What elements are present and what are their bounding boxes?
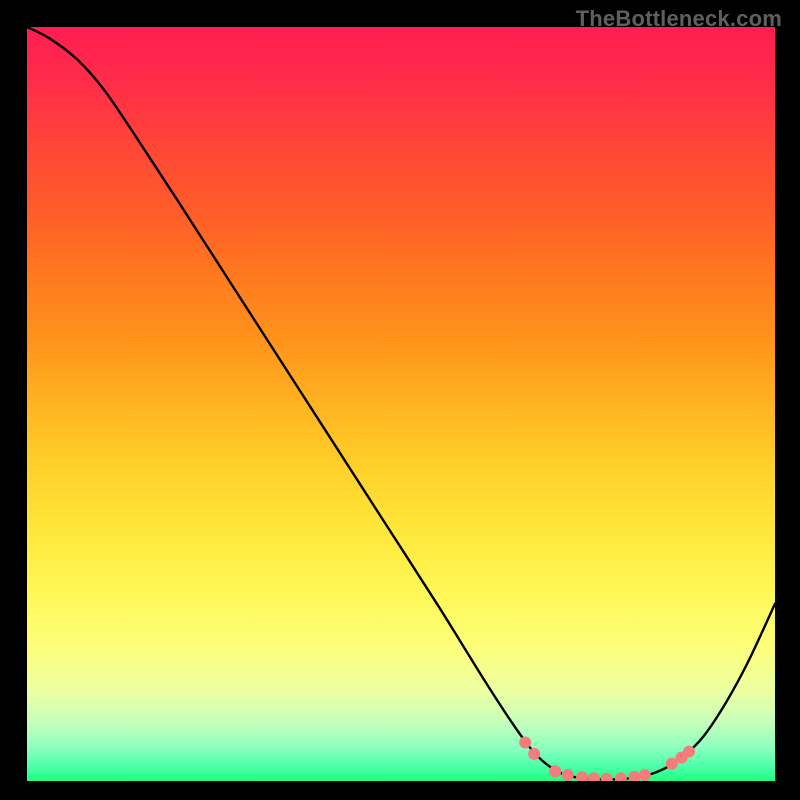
curve-dot xyxy=(549,765,561,777)
watermark-text: TheBottleneck.com xyxy=(576,6,782,32)
plot-area xyxy=(27,27,775,781)
curve-dot xyxy=(528,748,540,760)
curve-dot xyxy=(639,769,651,781)
curve-dot xyxy=(683,746,695,758)
plot-svg xyxy=(27,27,775,781)
chart-stage: TheBottleneck.com xyxy=(0,0,800,800)
curve-dot xyxy=(562,769,574,781)
curve-dot xyxy=(519,737,531,749)
